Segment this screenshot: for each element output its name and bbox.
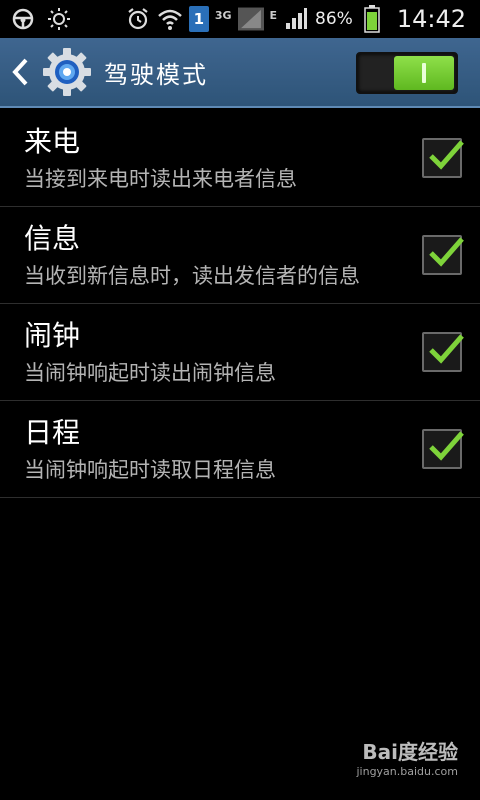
action-bar: 驾驶模式 [0,38,480,108]
setting-row-message[interactable]: 信息 当收到新信息时，读出发信者的信息 [0,207,480,304]
message-checkbox[interactable] [422,235,464,275]
battery-percent: 86% [315,9,353,29]
brightness-icon [46,6,72,32]
setting-row-incoming-call[interactable]: 来电 当接到来电时读出来电者信息 [0,110,480,207]
driving-mode-toggle[interactable] [356,52,458,94]
checkmark-icon [429,140,464,170]
setting-title: 日程 [24,416,81,449]
watermark-logo: Bai度经验 [362,740,458,764]
checkmark-icon [429,334,464,364]
back-arrow-icon[interactable] [10,52,36,92]
setting-title: 信息 [24,222,81,255]
toggle-thumb [394,56,454,90]
network-type-3g: 3G [214,9,232,22]
toggle-on-mark [422,63,426,83]
status-bar: 1 3G E 86% 14:42 [0,0,480,38]
page-title: 驾驶模式 [104,60,208,89]
settings-list: 来电 当接到来电时读出来电者信息 信息 当收到新信息时，读出发信者的信息 闹钟 … [0,110,480,498]
setting-title: 来电 [24,125,81,158]
setting-subtitle: 当收到新信息时，读出发信者的信息 [24,264,360,288]
incoming-call-checkbox[interactable] [422,138,464,178]
sim-card-icon: 1 [188,6,209,32]
setting-row-alarm[interactable]: 闹钟 当闹钟响起时读出闹钟信息 [0,304,480,401]
setting-title: 闹钟 [24,319,81,352]
wifi-icon [157,6,183,32]
status-clock: 14:42 [396,5,466,33]
alarm-checkbox[interactable] [422,332,464,372]
checkmark-icon [429,237,464,267]
watermark-url: jingyan.baidu.com [356,765,458,778]
setting-subtitle: 当接到来电时读出来电者信息 [24,167,297,191]
setting-subtitle: 当闹钟响起时读取日程信息 [24,458,276,482]
checkmark-icon [429,431,464,461]
battery-icon [359,5,385,33]
signal-strength-icon-1 [237,6,264,32]
baidu-watermark: Bai度经验 jingyan.baidu.com [356,736,458,778]
setting-row-schedule[interactable]: 日程 当闹钟响起时读取日程信息 [0,401,480,498]
settings-gear-icon[interactable] [42,47,92,97]
alarm-clock-icon [125,6,151,32]
setting-subtitle: 当闹钟响起时读出闹钟信息 [24,361,276,385]
signal-strength-icon-2 [283,6,309,32]
schedule-checkbox[interactable] [422,429,464,469]
network-type-e: E [269,9,278,22]
steering-wheel-icon [10,6,36,32]
